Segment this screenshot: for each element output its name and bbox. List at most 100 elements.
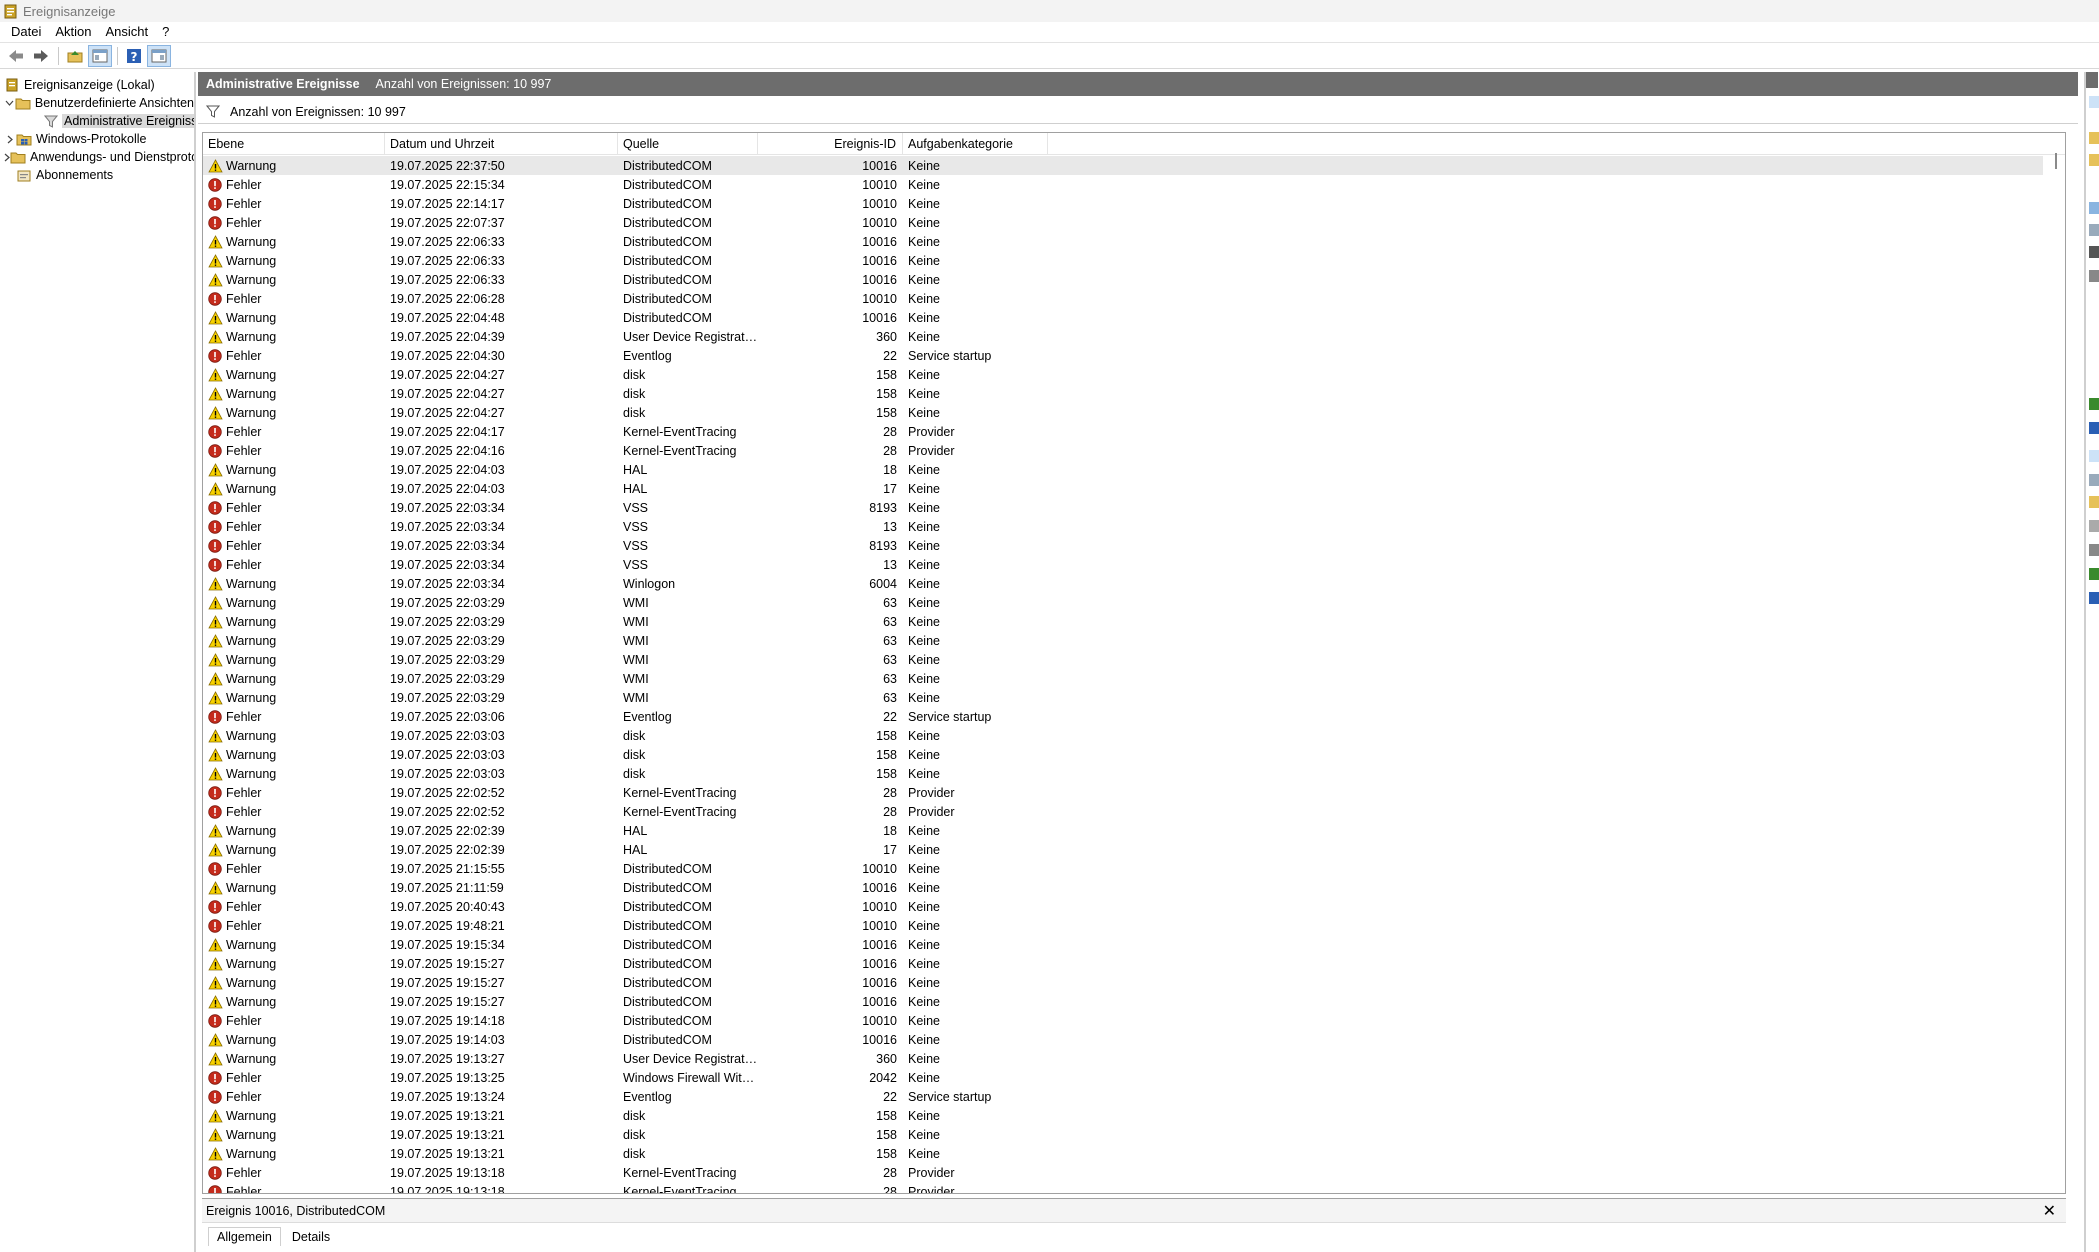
table-row[interactable]: Warnung 19.07.2025 21:11:59 DistributedCOM… bbox=[203, 878, 2043, 897]
tree-node-subscriptions[interactable]: Abonnements bbox=[0, 166, 194, 184]
table-row[interactable]: Fehler 19.07.2025 19:13:24 Eventlog 22 Servi… bbox=[203, 1087, 2043, 1106]
cell-level: Warnung bbox=[203, 1146, 385, 1162]
show-hide-action-pane-button[interactable] bbox=[147, 45, 171, 67]
table-row[interactable]: Warnung 19.07.2025 22:04:27 disk 158 Keine bbox=[203, 403, 2043, 422]
refresh-icon[interactable] bbox=[2089, 398, 2099, 410]
table-row[interactable]: Fehler 19.07.2025 22:02:52 Kernel-EventTra… bbox=[203, 802, 2043, 821]
table-row[interactable]: Fehler 19.07.2025 22:03:34 VSS 13 Keine bbox=[203, 517, 2043, 536]
menu-view[interactable]: Ansicht bbox=[99, 22, 156, 42]
table-row[interactable]: Fehler 19.07.2025 21:15:55 DistributedCOM 1… bbox=[203, 859, 2043, 878]
table-row[interactable]: Fehler 19.07.2025 19:13:25 Windows Firewal… bbox=[203, 1068, 2043, 1087]
forward-button[interactable] bbox=[29, 45, 53, 67]
table-row[interactable]: Warnung 19.07.2025 22:03:29 WMI 63 Keine bbox=[203, 650, 2043, 669]
table-row[interactable]: Warnung 19.07.2025 22:04:27 disk 158 Keine bbox=[203, 384, 2043, 403]
action-item-highlight[interactable] bbox=[2089, 450, 2099, 462]
table-row[interactable]: Fehler 19.07.2025 19:13:18 Kernel-EventTra… bbox=[203, 1182, 2043, 1193]
table-row[interactable]: Warnung 19.07.2025 19:15:27 DistributedCOM… bbox=[203, 992, 2043, 1011]
table-row[interactable]: Warnung 19.07.2025 19:15:27 DistributedCOM… bbox=[203, 954, 2043, 973]
table-row[interactable]: Warnung 19.07.2025 22:37:50 DistributedCOM… bbox=[203, 156, 2043, 175]
help-icon[interactable] bbox=[2089, 592, 2099, 604]
filter-icon[interactable] bbox=[2089, 154, 2099, 166]
tree-node-root[interactable]: Ereignisanzeige (Lokal) bbox=[0, 76, 194, 94]
close-icon[interactable]: ✕ bbox=[2043, 1201, 2056, 1221]
vertical-scrollbar[interactable] bbox=[2051, 153, 2063, 1183]
table-row[interactable]: Warnung 19.07.2025 19:13:27 User Device Re… bbox=[203, 1049, 2043, 1068]
table-row[interactable]: Warnung 19.07.2025 22:04:27 disk 158 Keine bbox=[203, 365, 2043, 384]
tab-general[interactable]: Allgemein bbox=[208, 1227, 281, 1246]
table-row[interactable]: Fehler 19.07.2025 22:14:17 DistributedCOM 1… bbox=[203, 194, 2043, 213]
up-folder-button[interactable] bbox=[63, 45, 87, 67]
tree-node-admin-events[interactable]: Administrative Ereignisse bbox=[0, 112, 194, 130]
tab-details[interactable]: Details bbox=[282, 1227, 340, 1246]
table-row[interactable]: Warnung 19.07.2025 22:04:39 User Device Re… bbox=[203, 327, 2043, 346]
show-hide-tree-button[interactable] bbox=[88, 45, 112, 67]
table-row[interactable]: Fehler 19.07.2025 22:03:06 Eventlog 22 Servi… bbox=[203, 707, 2043, 726]
refresh-icon[interactable] bbox=[2089, 568, 2099, 580]
table-row[interactable]: Warnung 19.07.2025 22:06:33 DistributedCOM… bbox=[203, 270, 2043, 289]
table-row[interactable]: Fehler 19.07.2025 22:04:17 Kernel-EventTra… bbox=[203, 422, 2043, 441]
table-row[interactable]: Warnung 19.07.2025 22:03:29 WMI 63 Keine bbox=[203, 593, 2043, 612]
copy-icon[interactable] bbox=[2089, 520, 2099, 532]
column-header-event-id[interactable]: Ereignis-ID bbox=[758, 133, 903, 155]
table-row[interactable]: Fehler 19.07.2025 22:03:34 VSS 13 Keine bbox=[203, 555, 2043, 574]
back-button[interactable] bbox=[4, 45, 28, 67]
table-row[interactable]: Warnung 19.07.2025 22:03:29 WMI 63 Keine bbox=[203, 669, 2043, 688]
document-icon[interactable] bbox=[2089, 224, 2099, 236]
folder-icon[interactable] bbox=[2089, 132, 2099, 144]
table-row[interactable]: Fehler 19.07.2025 22:03:34 VSS 8193 Keine bbox=[203, 498, 2043, 517]
table-row[interactable]: Fehler 19.07.2025 19:48:21 DistributedCOM 1… bbox=[203, 916, 2043, 935]
save-icon[interactable] bbox=[2089, 270, 2099, 282]
tree-node-custom-views[interactable]: Benutzerdefinierte Ansichten bbox=[0, 94, 194, 112]
binoculars-icon[interactable] bbox=[2089, 246, 2099, 258]
column-header-source[interactable]: Quelle bbox=[618, 133, 758, 155]
chevron-right-icon[interactable] bbox=[4, 133, 16, 145]
table-row[interactable]: Warnung 19.07.2025 22:03:34 Winlogon 6004 Ke… bbox=[203, 574, 2043, 593]
menu-action[interactable]: Aktion bbox=[48, 22, 98, 42]
table-row[interactable]: Fehler 19.07.2025 19:13:18 Kernel-EventTra… bbox=[203, 1163, 2043, 1182]
table-row[interactable]: Fehler 19.07.2025 22:15:34 DistributedCOM 1… bbox=[203, 175, 2043, 194]
action-item-highlight[interactable] bbox=[2089, 96, 2099, 108]
column-header-category[interactable]: Aufgabenkategorie bbox=[903, 133, 1048, 155]
table-row[interactable]: Warnung 19.07.2025 22:06:33 DistributedCOM… bbox=[203, 232, 2043, 251]
table-row[interactable]: Warnung 19.07.2025 22:02:39 HAL 18 Keine bbox=[203, 821, 2043, 840]
filter-icon[interactable] bbox=[2089, 202, 2099, 214]
table-row[interactable]: Warnung 19.07.2025 22:03:29 WMI 63 Keine bbox=[203, 688, 2043, 707]
chevron-down-icon[interactable] bbox=[4, 97, 15, 109]
table-row[interactable]: Warnung 19.07.2025 22:03:03 disk 158 Keine bbox=[203, 764, 2043, 783]
table-row[interactable]: Warnung 19.07.2025 22:04:03 HAL 18 Keine bbox=[203, 460, 2043, 479]
table-row[interactable]: Warnung 19.07.2025 22:03:03 disk 158 Keine bbox=[203, 745, 2043, 764]
table-row[interactable]: Warnung 19.07.2025 22:03:29 WMI 63 Keine bbox=[203, 631, 2043, 650]
table-row[interactable]: Warnung 19.07.2025 22:03:29 WMI 63 Keine bbox=[203, 612, 2043, 631]
tree-node-app-service-logs[interactable]: Anwendungs- und Dienstprotokolle bbox=[0, 148, 194, 166]
task-icon[interactable] bbox=[2089, 496, 2099, 508]
table-row[interactable]: Warnung 19.07.2025 19:13:21 disk 158 Keine bbox=[203, 1106, 2043, 1125]
table-row[interactable]: Warnung 19.07.2025 22:06:33 DistributedCOM… bbox=[203, 251, 2043, 270]
table-row[interactable]: Warnung 19.07.2025 19:14:03 DistributedCOM… bbox=[203, 1030, 2043, 1049]
table-row[interactable]: Fehler 19.07.2025 22:02:52 Kernel-EventTra… bbox=[203, 783, 2043, 802]
menu-file[interactable]: Datei bbox=[4, 22, 48, 42]
table-row[interactable]: Warnung 19.07.2025 19:15:34 DistributedCOM… bbox=[203, 935, 2043, 954]
table-row[interactable]: Warnung 19.07.2025 22:04:03 HAL 17 Keine bbox=[203, 479, 2043, 498]
table-row[interactable]: Warnung 19.07.2025 22:03:03 disk 158 Keine bbox=[203, 726, 2043, 745]
table-row[interactable]: Fehler 19.07.2025 20:40:43 DistributedCOM 1… bbox=[203, 897, 2043, 916]
help-button[interactable]: ? bbox=[122, 45, 146, 67]
column-header-level[interactable]: Ebene bbox=[203, 133, 385, 155]
table-row[interactable]: Fehler 19.07.2025 22:03:34 VSS 8193 Keine bbox=[203, 536, 2043, 555]
column-header-date[interactable]: Datum und Uhrzeit bbox=[385, 133, 618, 155]
table-row[interactable]: Fehler 19.07.2025 22:04:16 Kernel-EventTra… bbox=[203, 441, 2043, 460]
table-row[interactable]: Fehler 19.07.2025 22:07:37 DistributedCOM 1… bbox=[203, 213, 2043, 232]
table-row[interactable]: Warnung 19.07.2025 22:02:39 HAL 17 Keine bbox=[203, 840, 2043, 859]
properties-icon[interactable] bbox=[2089, 474, 2099, 486]
table-row[interactable]: Fehler 19.07.2025 22:04:30 Eventlog 22 Servi… bbox=[203, 346, 2043, 365]
table-row[interactable]: Warnung 19.07.2025 19:13:21 disk 158 Keine bbox=[203, 1125, 2043, 1144]
table-row[interactable]: Fehler 19.07.2025 19:14:18 DistributedCOM 1… bbox=[203, 1011, 2043, 1030]
menu-help[interactable]: ? bbox=[155, 22, 176, 42]
table-row[interactable]: Warnung 19.07.2025 19:13:21 disk 158 Keine bbox=[203, 1144, 2043, 1163]
help-icon[interactable] bbox=[2089, 422, 2099, 434]
table-row[interactable]: Fehler 19.07.2025 22:06:28 DistributedCOM 1… bbox=[203, 289, 2043, 308]
table-row[interactable]: Warnung 19.07.2025 22:04:48 DistributedCOM… bbox=[203, 308, 2043, 327]
tree-node-windows-logs[interactable]: Windows-Protokolle bbox=[0, 130, 194, 148]
table-row[interactable]: Warnung 19.07.2025 19:15:27 DistributedCOM… bbox=[203, 973, 2043, 992]
scrollbar-thumb[interactable] bbox=[2055, 153, 2057, 169]
save-icon[interactable] bbox=[2089, 544, 2099, 556]
